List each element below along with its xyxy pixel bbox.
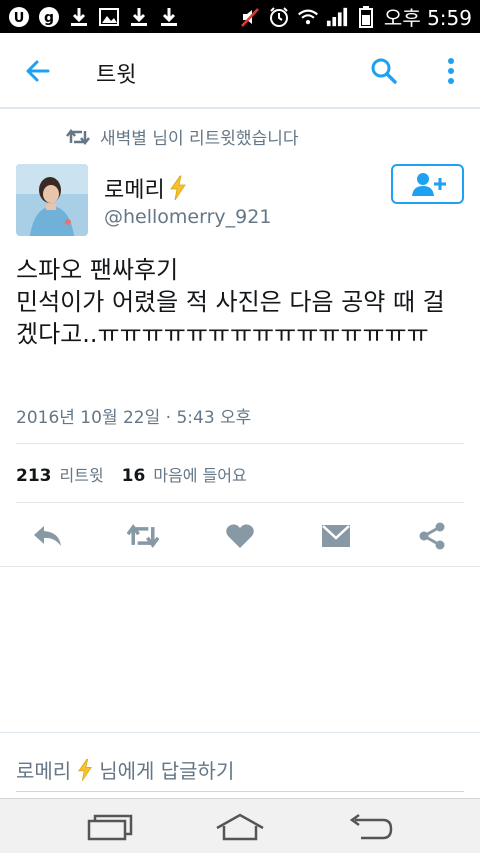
tweet-timestamp: 2016년 10월 22일 · 5:43 오후 [16,408,252,428]
download-icon [68,6,90,28]
retweet-label[interactable]: 리트윗 [60,462,104,486]
home-icon [216,813,264,841]
svg-text:U: U [14,11,25,26]
heart-icon [226,524,254,548]
envelope-icon [322,525,350,547]
search-button[interactable] [368,55,400,87]
recent-apps-button[interactable] [84,811,136,843]
more-options-button[interactable] [436,55,466,87]
retweet-icon [66,128,90,145]
battery-icon [355,5,377,28]
mute-icon [239,6,261,28]
reply-placeholder[interactable]: 로메리 님에게 답글하기 [16,755,234,784]
download-icon [128,6,150,28]
lightning-icon [169,175,186,201]
home-button[interactable] [214,811,266,843]
search-icon [371,58,397,84]
system-nav-bar [0,798,480,853]
avatar[interactable] [16,164,88,236]
image-icon [98,6,120,28]
like-button[interactable] [224,520,256,552]
author-display-name: 로메리 [104,178,165,203]
svg-text:g: g [44,10,54,26]
status-time: 오후 5:59 [383,6,472,30]
reply-input-underline [16,791,464,792]
retweet-button[interactable] [127,520,159,552]
retweeted-by-header[interactable]: 새벽별 님이 리트윗했습니다 [66,124,299,149]
divider [16,443,464,444]
like-label[interactable]: 마음에 들어요 [153,462,246,486]
follow-user-icon [411,173,446,196]
tweet-text-line: 민석이가 어렸을 적 사진은 다음 공약 때 걸겠다고..ㅠㅠㅠㅠㅠㅠㅠㅠㅠㅠㅠ… [16,288,445,348]
back-nav-icon [349,813,393,840]
wifi-icon [297,6,319,28]
author-name-row[interactable]: 로메리 [104,172,187,204]
lightning-icon [78,758,93,781]
reply-icon [34,526,61,546]
author-handle: @hellomerry_921 [104,206,272,228]
share-icon [419,522,445,550]
status-bar: U g 오후 5:59 [0,0,480,33]
tweet-text: 스파오 팬싸후기 민석이가 어렸을 적 사진은 다음 공약 때 걸겠다고..ㅠㅠ… [16,254,466,350]
signal-icon [326,6,348,28]
follow-button[interactable] [391,164,464,204]
app-bar: 트윗 [0,33,480,109]
back-arrow-icon [26,60,50,82]
alarm-icon [268,6,290,28]
back-nav-button[interactable] [344,811,396,843]
like-count[interactable]: 16 [122,466,146,486]
divider [16,502,464,503]
tweet-actions [0,516,480,556]
section-divider [0,566,480,567]
more-vertical-icon [448,58,454,84]
reply-suffix: 님에게 답글하기 [99,759,235,783]
direct-message-button[interactable] [320,520,352,552]
reply-recipient-name: 로메리 [16,759,72,783]
back-button[interactable] [22,55,54,87]
retweet-icon [127,524,159,548]
g-notification-icon: g [38,6,60,28]
download-icon [158,6,180,28]
reply-button[interactable] [32,520,64,552]
retweeted-by-text: 새벽별 님이 리트윗했습니다 [100,129,299,149]
page-title: 트윗 [96,63,137,88]
recent-apps-icon [87,814,133,841]
reply-composer[interactable]: 로메리 님에게 답글하기 [0,732,480,798]
share-button[interactable] [416,520,448,552]
avatar-image [16,164,88,236]
tweet-stats: 213 리트윗 16 마음에 들어요 [16,462,265,486]
retweet-count[interactable]: 213 [16,466,52,486]
app-notification-icon: U [8,6,30,28]
tweet-text-line: 스파오 팬싸후기 [16,256,179,284]
